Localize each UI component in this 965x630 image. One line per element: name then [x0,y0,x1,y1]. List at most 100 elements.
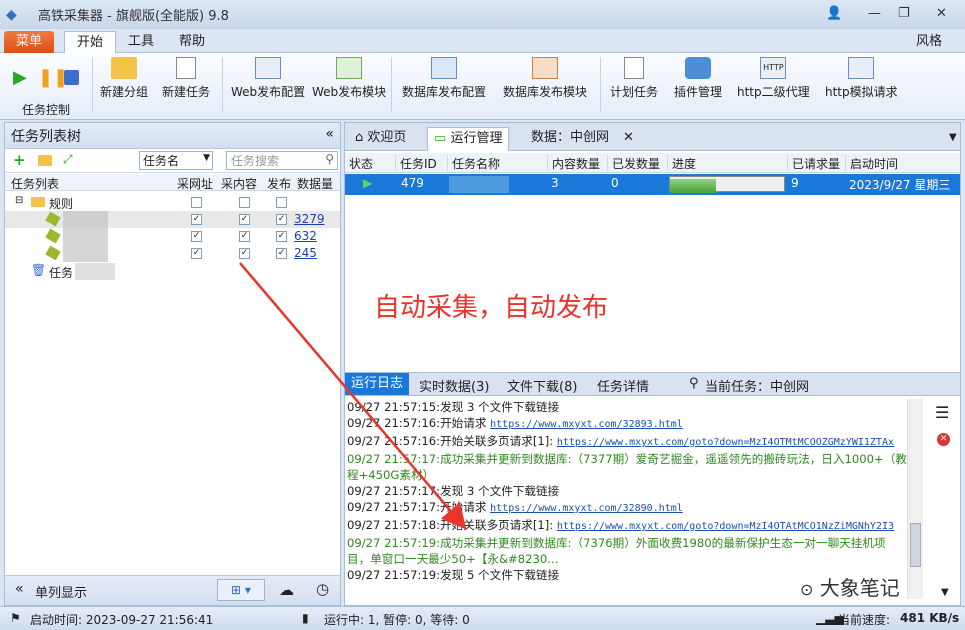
checkbox[interactable]: ✓ [239,214,250,225]
new-group-button[interactable]: 新建分组 [100,57,148,100]
tab-menu-icon[interactable]: ▼ [943,127,963,151]
checkbox[interactable]: ✓ [239,248,250,259]
checkbox[interactable]: ✓ [276,248,287,259]
log-scrollbar[interactable] [907,399,923,599]
add-icon[interactable]: + [13,151,26,169]
log-tabs: 运行日志 实时数据(3) 文件下载(8) 任务详情 ⚲ 当前任务：中创网 [345,372,960,396]
tab-tools[interactable]: 工具 [116,31,166,53]
tab-help[interactable]: 帮助 [167,31,217,53]
log-text: 09/27 21:57:19:成功采集并更新到数据库:（7376期）外面收费19… [347,536,886,550]
chevron-down-icon: ▼ [203,153,210,163]
log-text: 09/27 21:57:17:发现 3 个文件下载链接 [347,484,560,498]
style-menu[interactable]: 风格 [904,31,954,53]
plugin-manager-button[interactable]: 插件管理 [674,57,722,100]
col-content-count: 内容数量 [547,155,600,171]
close-icon[interactable]: ✕ [936,6,947,21]
stop-icon[interactable] [64,70,79,85]
checkbox[interactable]: ✓ [191,248,202,259]
hierarchy-icon[interactable]: ⊞ ▾ [217,579,265,601]
puzzle-icon [685,57,711,79]
log-link[interactable]: https://www.mxyxt.com/32893.html [490,419,683,430]
log-link[interactable]: https://www.mxyxt.com/32890.html [490,503,683,514]
tree-root-row[interactable]: ⊟ 规则 [5,194,340,211]
checkbox[interactable] [276,197,287,208]
web-publish-module-button[interactable]: Web发布模块 [312,57,386,100]
tab-data[interactable]: 数据：中创网 [525,127,615,151]
http-download-icon [848,57,875,79]
tab-run-log[interactable]: 运行日志 [345,373,410,395]
flag-icon: ⚑ [10,611,21,625]
more-icon[interactable]: ▼ [941,587,949,598]
checkbox[interactable] [191,197,202,208]
table-row[interactable]: ✓ ✓ ✓ 632 [5,228,340,245]
checkbox[interactable]: ✓ [191,231,202,242]
trash-row[interactable]: 🗑 任务 [5,263,340,280]
user-icon[interactable]: 👤 [826,6,842,21]
http-proxy-button[interactable]: HTTP http二级代理 [737,57,810,100]
db-publish-config-button[interactable]: 数据库发布配置 [402,57,486,100]
blurred-name [75,263,115,280]
restore-icon[interactable]: ❐ [898,6,910,21]
tab-task-detail[interactable]: 任务详情 [597,376,649,395]
folder-icon[interactable] [38,155,52,166]
new-task-button[interactable]: 新建任务 [162,57,210,100]
expand-icon[interactable]: ⤢ [63,152,73,167]
trash-label: 任务 [49,266,74,280]
http-icon: HTTP [760,57,787,79]
tab-file-download[interactable]: 文件下载(8) [507,376,577,395]
grid-header: 状态 任务ID 任务名称 内容数量 已发数量 进度 已请求量 启动时间 [345,153,960,173]
error-icon[interactable]: ✕ [937,433,950,446]
log-line: 09/27 21:57:17:开始请求 https://www.mxyxt.co… [347,499,907,517]
tab-welcome[interactable]: ⌂ 欢迎页 [349,127,412,151]
task-search-input[interactable]: 任务搜索 ⚲ [226,151,338,170]
checkbox[interactable] [239,197,250,208]
menu-button[interactable]: 菜单 [4,31,55,53]
http-simulate-button[interactable]: http模拟请求 [825,57,898,100]
collapse-icon[interactable]: « [325,126,334,142]
log-text: 09/27 21:57:16:开始关联多页请求[1]: [347,434,557,448]
col-url: 采网址 [177,177,214,191]
main-panel: ⌂ 欢迎页 ▭ 运行管理 数据：中创网 ✕ ▼ 状态 任务ID 任务名称 内容数… [344,122,961,606]
tab-run-management[interactable]: ▭ 运行管理 [427,127,510,151]
col-task-name: 任务名称 [447,155,500,171]
monitor-icon: ▭ [434,131,447,146]
log-line: 09/27 21:57:17:发现 3 个文件下载链接 [347,483,907,499]
task-tree-panel: 任务列表树 « + ⤢ 任务名 ▼ 任务搜索 ⚲ 任务列表 采网址 采内容 发布 数据… [4,122,341,606]
checkbox[interactable]: ✓ [276,231,287,242]
checkbox[interactable]: ✓ [239,231,250,242]
table-row[interactable]: ✓ ✓ ✓ 3279 [5,211,340,228]
panel-title: 任务列表树 [11,129,81,145]
db-publish-module-button[interactable]: 数据库发布模块 [503,57,587,100]
data-count-link[interactable]: 245 [294,246,317,260]
tag-icon [45,228,61,244]
schedule-task-button[interactable]: 计划任务 [610,57,658,100]
log-text: 程+450G素材） [347,468,435,482]
single-column-toggle[interactable]: 单列显示 [35,582,87,601]
log-link[interactable]: https://www.mxyxt.com/goto?down=MzI4OTMt… [557,437,894,448]
checkbox[interactable]: ✓ [191,214,202,225]
col-publish: 发布 [267,177,292,191]
log-link[interactable]: https://www.mxyxt.com/goto?down=MzI4OTAt… [557,521,894,532]
clock-icon[interactable]: ◷ [316,580,329,598]
search-field-select[interactable]: 任务名 ▼ [139,151,213,170]
task-row[interactable]: ▶ 479 3 0 9 2023/9/27 星期三 [345,174,960,195]
data-count-link[interactable]: 632 [294,229,317,243]
web-publish-config-button[interactable]: Web发布配置 [231,57,305,100]
location-icon: ⚲ [689,376,699,391]
minimize-icon[interactable]: — [868,6,881,21]
collapse-tree-icon[interactable]: ⊟ [15,195,23,206]
tab-start[interactable]: 开始 [64,31,117,53]
download-cloud-icon[interactable]: ☁ [279,581,294,599]
single-column-icon[interactable]: « [15,581,24,597]
play-icon[interactable]: ▶ [13,67,27,88]
scroll-thumb[interactable] [910,523,921,567]
tab-realtime-data[interactable]: 实时数据(3) [419,376,489,395]
log-text: 09/27 21:57:17:开始请求 [347,500,491,514]
play-status-icon: ▶ [363,176,373,190]
content-count: 3 [551,176,559,190]
data-count-link[interactable]: 3279 [294,212,325,226]
hamburger-icon[interactable]: ☰ [935,403,949,422]
close-tab-icon[interactable]: ✕ [617,127,640,151]
table-row[interactable]: ✓ ✓ ✓ 245 [5,245,340,262]
checkbox[interactable]: ✓ [276,214,287,225]
